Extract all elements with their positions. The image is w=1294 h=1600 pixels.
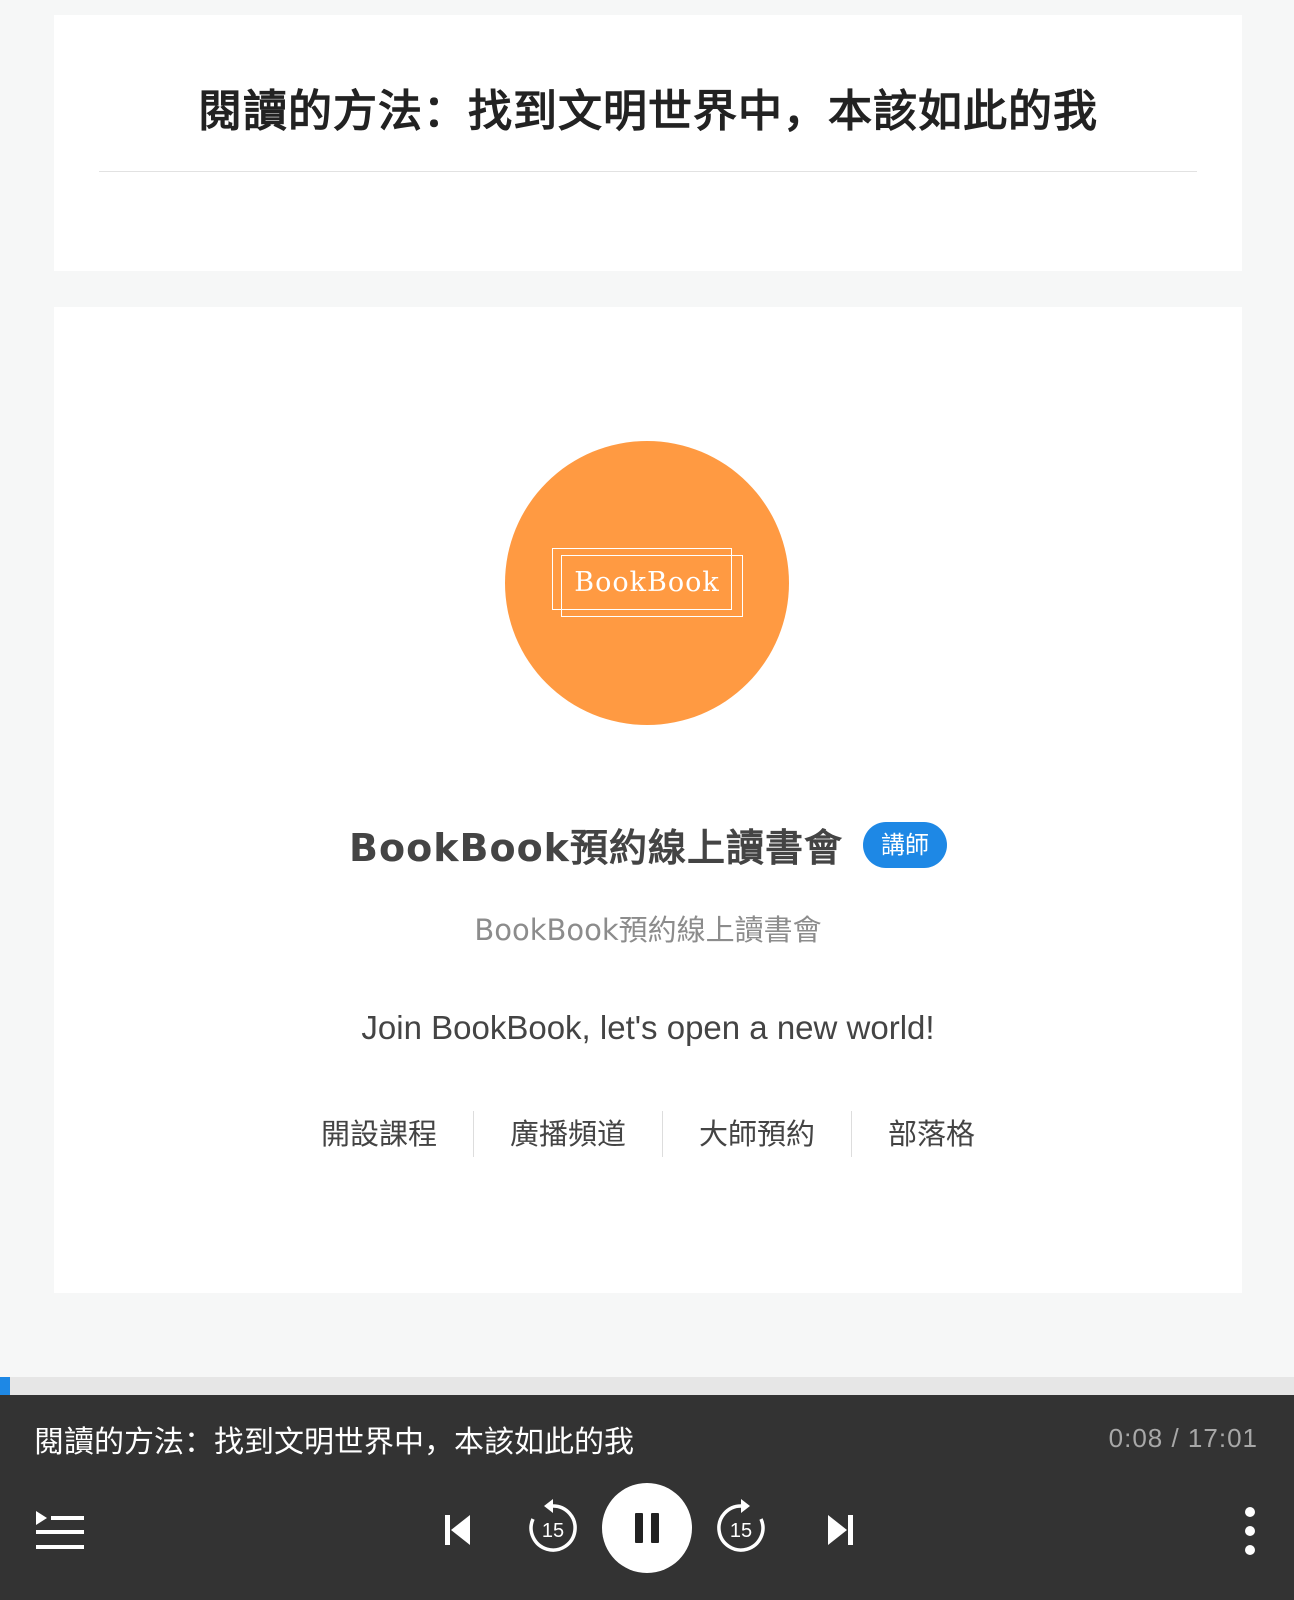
episode-title: 閱讀的方法：找到文明世界中，本該如此的我 — [198, 86, 1098, 137]
avatar-logo-text: BookBook — [574, 567, 720, 598]
link-courses[interactable]: 開設課程 — [285, 1111, 473, 1157]
channel-avatar[interactable]: BookBook — [505, 441, 789, 725]
channel-links: 開設課程 廣播頻道 大師預約 部落格 — [54, 1111, 1242, 1157]
rewind-15-button[interactable]: 15 — [522, 1497, 584, 1559]
playback-progress-fill — [0, 1377, 11, 1395]
rewind-seconds-label: 15 — [542, 1520, 564, 1542]
playback-progress-bar[interactable] — [0, 1377, 1294, 1395]
skip-next-button[interactable] — [822, 1510, 858, 1550]
channel-tagline: Join BookBook, let's open a new world! — [361, 1009, 935, 1046]
audio-player: 閱讀的方法：找到文明世界中，本該如此的我 0:08 / 17:01 15 15 — [0, 1395, 1294, 1600]
skip-previous-icon — [445, 1515, 470, 1545]
link-master-booking[interactable]: 大師預約 — [662, 1111, 851, 1157]
channel-handle: BookBook預約線上讀書會 — [474, 913, 822, 947]
title-divider — [99, 171, 1197, 172]
forward-15-icon: 15 — [717, 1499, 765, 1552]
channel-name[interactable]: BookBook預約線上讀書會 — [349, 817, 843, 872]
playlist-icon — [36, 1511, 84, 1549]
link-blog[interactable]: 部落格 — [851, 1111, 1011, 1157]
more-vertical-icon — [1245, 1507, 1255, 1555]
link-radio-channel[interactable]: 廣播頻道 — [472, 1111, 662, 1157]
play-pause-button[interactable] — [602, 1483, 692, 1573]
instructor-badge: 講師 — [862, 821, 947, 868]
channel-card: BookBook BookBook預約線上讀書會 講師 BookBook預約線上… — [54, 307, 1242, 1293]
forward-seconds-label: 15 — [730, 1520, 752, 1542]
episode-title-card: 閱讀的方法：找到文明世界中，本該如此的我 — [54, 15, 1242, 271]
page: 閱讀的方法：找到文明世界中，本該如此的我 BookBook BookBook預約… — [0, 0, 1294, 1600]
now-playing-title: 閱讀的方法：找到文明世界中，本該如此的我 — [34, 1425, 634, 1460]
forward-15-button[interactable]: 15 — [710, 1497, 772, 1559]
more-options-button[interactable] — [1236, 1503, 1264, 1559]
playlist-button[interactable] — [32, 1507, 88, 1557]
playback-time: 0:08 / 17:01 — [1108, 1423, 1258, 1453]
pause-icon — [635, 1513, 659, 1543]
rewind-15-icon: 15 — [529, 1499, 577, 1552]
skip-next-icon — [828, 1515, 853, 1545]
skip-previous-button[interactable] — [440, 1510, 476, 1550]
channel-name-row: BookBook預約線上讀書會 講師 — [54, 817, 1242, 872]
